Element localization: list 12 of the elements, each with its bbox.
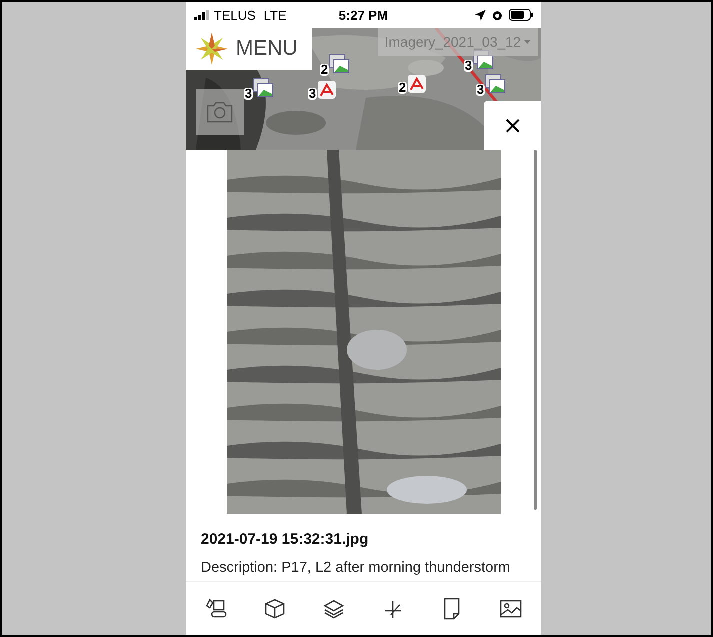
network-type: LTE	[264, 8, 287, 22]
box-icon[interactable]	[262, 596, 287, 620]
status-time: 5:27 PM	[338, 8, 390, 22]
file-name: 2021-07-19 15:32:31.jpg	[200, 530, 370, 548]
signal-icon	[194, 10, 210, 20]
scrollbar[interactable]	[534, 150, 537, 510]
alarm-icon	[492, 10, 503, 20]
location-arrow-icon	[475, 10, 486, 20]
photo-description: Description: P17, L2 after morning thunderstorm	[200, 559, 512, 576]
carrier-name: TELUS	[214, 8, 256, 22]
excavator-icon[interactable]	[204, 596, 228, 620]
battery-icon	[509, 9, 533, 21]
